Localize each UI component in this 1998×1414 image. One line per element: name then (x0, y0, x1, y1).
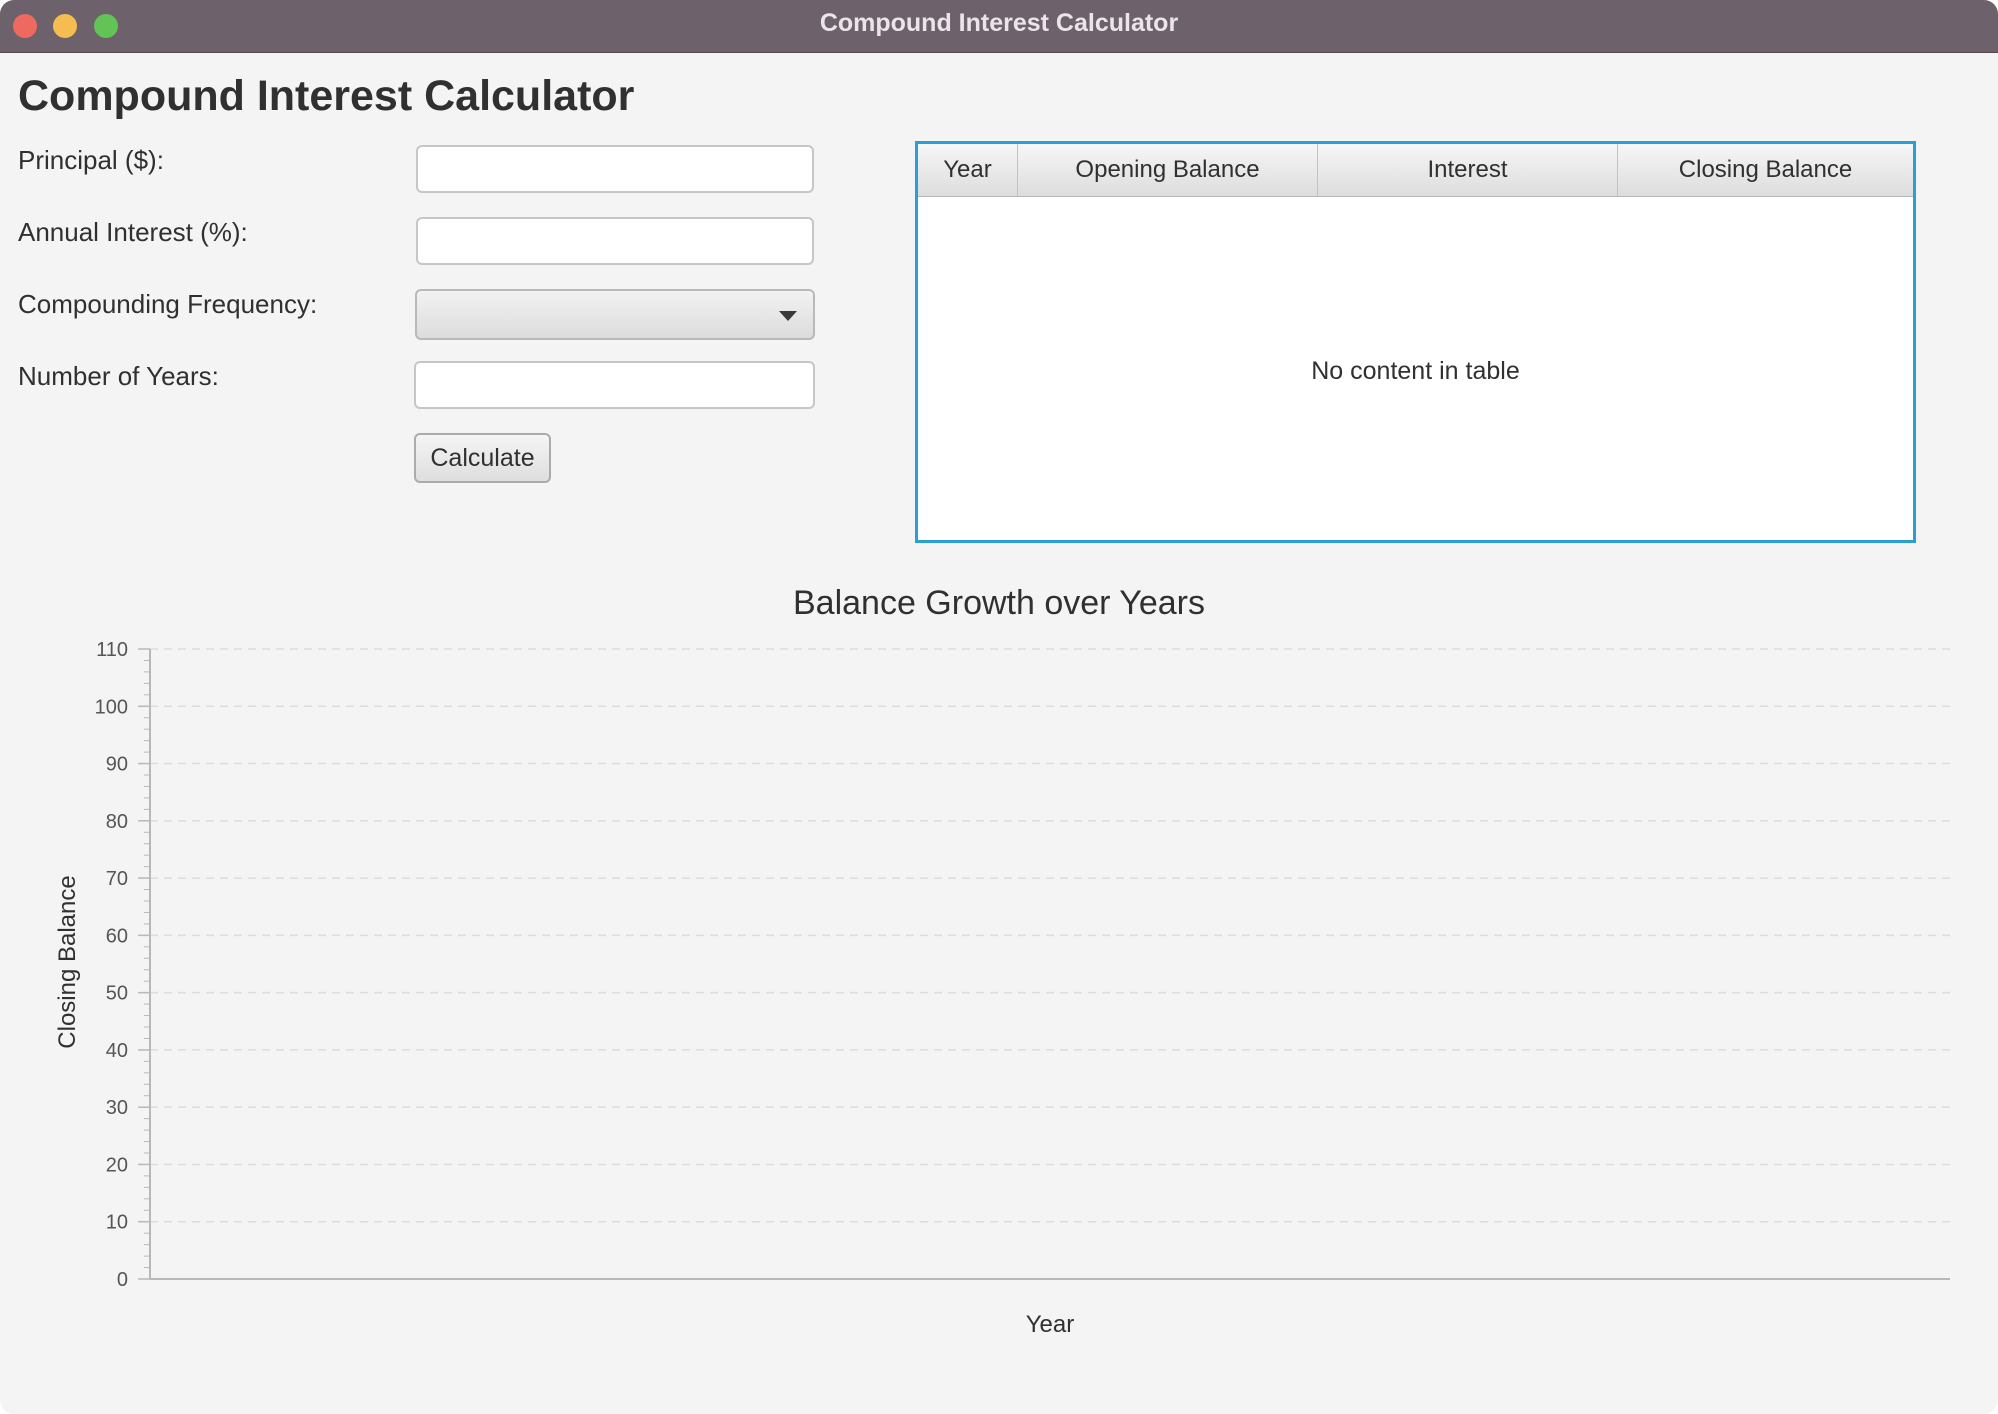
annual-interest-label: Annual Interest (%): (18, 217, 248, 247)
y-tick-label: 0 (117, 1269, 128, 1291)
chart-title: Balance Growth over Years (792, 584, 1206, 622)
y-tick-label: 10 (106, 1212, 128, 1234)
y-tick-label: 40 (106, 1040, 128, 1062)
compounding-frequency-label: Compounding Frequency: (18, 289, 318, 319)
chart-x-axis-label: Year (1025, 1311, 1075, 1338)
window-title: Compound Interest Calculator (819, 9, 1179, 37)
column-header-year[interactable]: Year (918, 144, 1018, 196)
chart-y-axis-label: Closing Balance (54, 875, 81, 1049)
column-header-interest[interactable]: Interest (1318, 144, 1618, 196)
table-header: Year Opening Balance Interest Closing Ba… (918, 144, 1913, 197)
y-tick-label: 30 (106, 1097, 128, 1119)
y-tick-label: 80 (106, 811, 128, 833)
number-of-years-label: Number of Years: (18, 361, 219, 391)
chevron-down-icon (779, 311, 797, 321)
y-tick-label: 90 (106, 754, 128, 776)
principal-label: Principal ($): (18, 145, 164, 175)
table-empty-message: No content in table (1311, 357, 1520, 385)
page-title: Compound Interest Calculator (18, 72, 635, 120)
app-window: Compound Interest Calculator Compound In… (0, 0, 1998, 1414)
column-header-opening-balance[interactable]: Opening Balance (1018, 144, 1318, 196)
balance-growth-chart: 0 10 20 30 40 50 60 70 80 90 100 110 (95, 639, 1950, 1291)
number-of-years-input[interactable] (414, 361, 815, 409)
calculate-button[interactable]: Calculate (414, 433, 551, 483)
column-header-closing-balance[interactable]: Closing Balance (1618, 144, 1913, 196)
amortization-table[interactable]: Year Opening Balance Interest Closing Ba… (915, 141, 1916, 543)
y-tick-label: 110 (96, 639, 128, 661)
y-tick-label: 20 (106, 1154, 128, 1176)
y-tick-label: 50 (106, 983, 128, 1005)
title-bar: Compound Interest Calculator (0, 0, 1998, 53)
y-tick-label: 60 (106, 925, 128, 947)
annual-interest-input[interactable] (416, 217, 814, 265)
y-tick-label: 70 (106, 868, 128, 890)
compounding-frequency-select[interactable] (415, 289, 815, 340)
principal-input[interactable] (416, 145, 814, 193)
y-tick-label: 100 (95, 696, 128, 718)
